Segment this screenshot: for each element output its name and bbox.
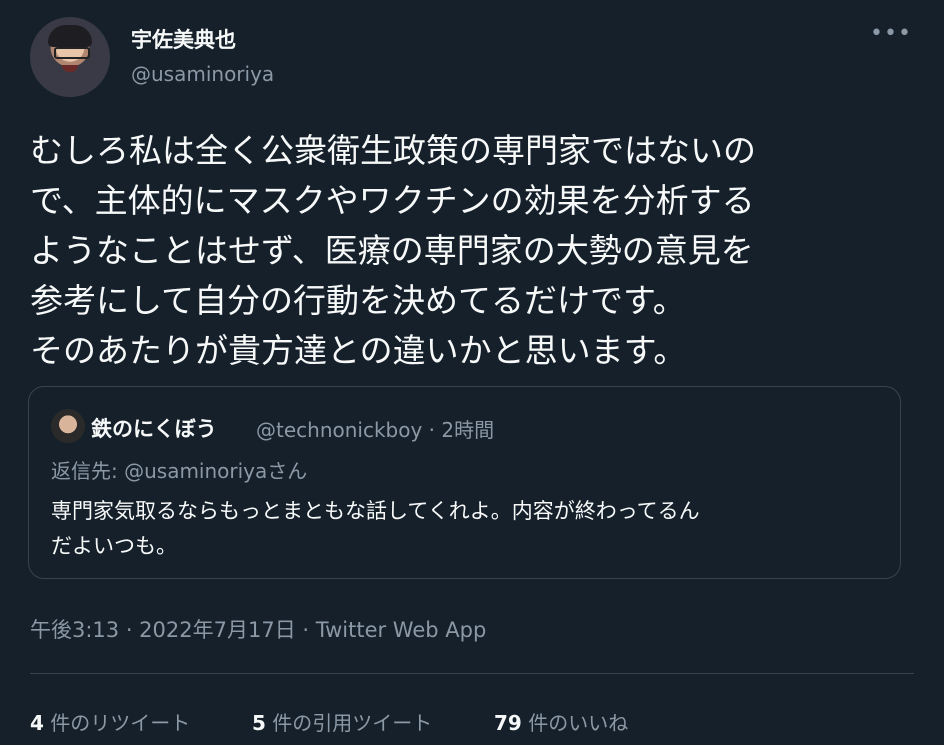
quoted-author-handle-time: @technonickboy · 2時間: [256, 418, 495, 442]
more-options-icon[interactable]: •••: [870, 23, 911, 52]
tweet-text: むしろ私は全く公衆衛生政策の専門家ではないの で、主体的にマスクやワクチンの効果…: [30, 126, 910, 376]
quoted-tweet-card[interactable]: 鉄のにくぼう @technonickboy · 2時間 返信先: @usamin…: [28, 386, 901, 579]
retweet-label: 件のリツイート: [50, 711, 191, 735]
like-label: 件のいいね: [528, 711, 629, 735]
author-handle[interactable]: @usaminoriya: [131, 62, 274, 86]
tweet-line: 参考にして自分の行動を決めてるだけです。: [30, 281, 686, 320]
quote-label: 件の引用ツイート: [272, 711, 433, 735]
tweet-line: ようなことはせず、医療の専門家の大勢の意見を: [30, 231, 754, 270]
quote-count: 5: [252, 711, 266, 735]
retweet-count: 4: [30, 711, 44, 735]
quoted-tweet-text: 専門家気取るならもっとまともな話してくれよ。内容が終わってるん だよいつも。: [51, 494, 891, 564]
avatar-mouth: [62, 65, 78, 72]
quoted-author-avatar: [51, 409, 85, 443]
divider: [30, 673, 914, 674]
tweet-timestamp[interactable]: 午後3:13 · 2022年7月17日 · Twitter Web App: [30, 614, 486, 644]
tweet-line: むしろ私は全く公衆衛生政策の専門家ではないの: [30, 131, 756, 170]
retweets-stat[interactable]: 4 件のリツイート: [30, 707, 190, 736]
tweet-line: で、主体的にマスクやワクチンの効果を分析する: [30, 181, 755, 220]
quoted-author-name: 鉄のにくぼう: [91, 417, 217, 441]
like-count: 79: [494, 711, 522, 735]
author-display-name[interactable]: 宇佐美典也: [131, 24, 236, 54]
avatar-hair: [48, 25, 92, 47]
quoted-line: だよいつも。: [51, 534, 177, 558]
likes-stat[interactable]: 79 件のいいね: [494, 707, 628, 736]
quotes-stat[interactable]: 5 件の引用ツイート: [252, 707, 432, 736]
avatar-glasses: [54, 47, 90, 59]
quoted-reply-to: 返信先: @usaminoriyaさん: [51, 459, 308, 483]
author-avatar[interactable]: [30, 17, 110, 97]
tweet-line: そのあたりが貴方達との違いかと思います。: [30, 331, 687, 370]
quoted-line: 専門家気取るならもっとまともな話してくれよ。内容が終わってるん: [51, 499, 700, 523]
